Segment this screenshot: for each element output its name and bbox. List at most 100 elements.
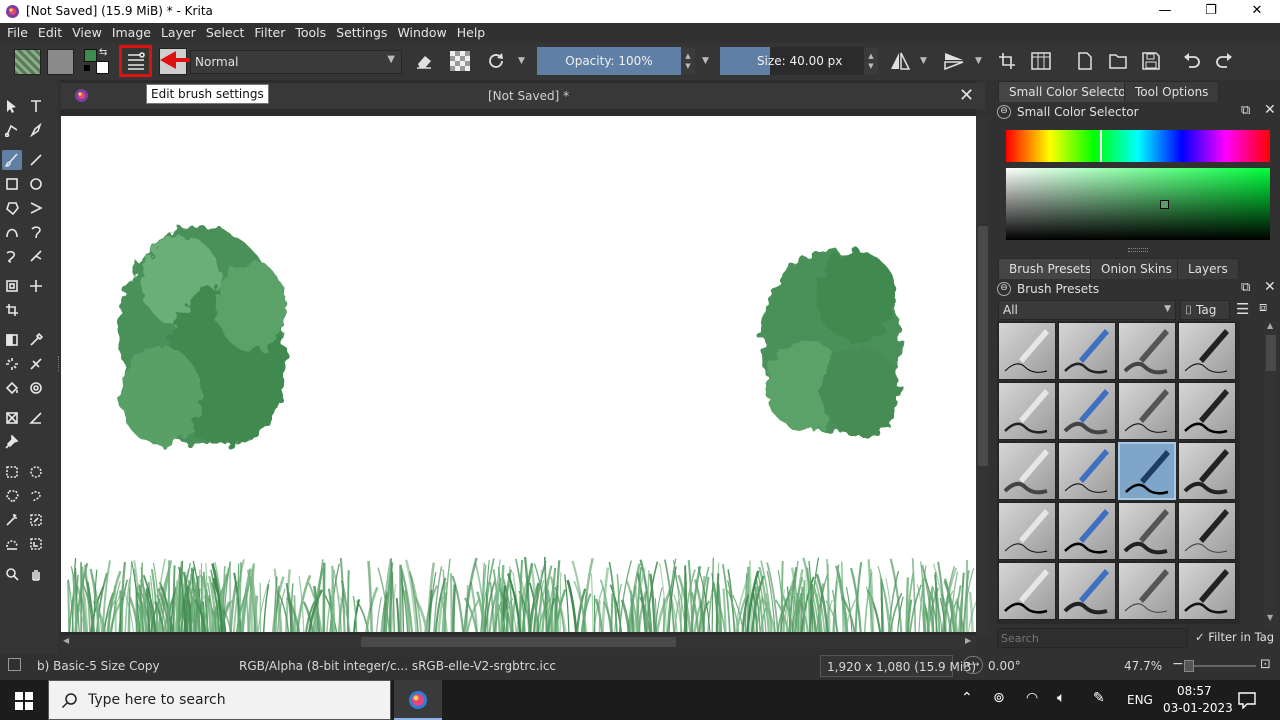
enclose-fill-tool[interactable] [26,378,46,398]
swap-colors-icon[interactable]: ⇆ [99,47,107,58]
mirror-h-chevron-icon[interactable]: ▼ [920,56,927,66]
maximize-button[interactable]: ❐ [1188,0,1234,23]
bezier-curve-tool[interactable] [2,222,22,242]
rectangular-selection-tool[interactable] [2,462,22,482]
redo-button[interactable] [1212,48,1236,74]
size-slider[interactable]: Size: 40.00 px [720,47,864,75]
brush-preset-item[interactable] [1118,322,1176,380]
menu-image[interactable]: Image [107,23,156,43]
reference-images-tool[interactable] [2,432,22,452]
magnetic-selection-tool[interactable] [26,534,46,554]
preset-scroll-down-icon[interactable]: ▼ [1267,613,1273,622]
move-tool[interactable] [26,276,46,296]
horizontal-scrollbar[interactable]: ◀ ▶ [61,635,976,649]
zoom-tool[interactable] [2,564,22,584]
workspace-button[interactable] [1029,48,1053,74]
clock-date[interactable]: 03-01-2023 [1163,701,1233,715]
close-docker-icon[interactable]: ✕ [1264,102,1276,118]
saturation-value-picker[interactable] [1006,168,1270,240]
menu-filter[interactable]: Filter [249,23,290,43]
filter-in-tag-checkbox[interactable]: ✓ Filter in Tag [1195,630,1274,644]
taskbar-search-box[interactable]: Type here to search [48,680,391,720]
reset-colors-icon[interactable] [84,65,90,71]
vertical-scroll-thumb[interactable] [978,226,988,466]
lock-docker-icon[interactable]: ⊖ [997,105,1011,119]
menu-file[interactable]: File [2,23,33,43]
menu-tools[interactable]: Tools [290,23,331,43]
zoom-slider-handle[interactable] [1184,660,1194,672]
preset-scroll-up-icon[interactable]: ▲ [1267,321,1273,330]
preset-scroll-thumb[interactable] [1266,335,1276,371]
assistant-tool[interactable] [26,354,46,374]
brush-preset-item[interactable] [1058,442,1116,500]
brush-preset-item[interactable] [1178,382,1236,440]
image-size-box[interactable]: 1,920 x 1,080 (15.9 MiB) [820,655,976,677]
hue-slider[interactable] [1006,130,1270,162]
gradient-tool[interactable] [2,330,22,350]
lock-brush-docker-icon[interactable]: ⊖ [997,282,1011,296]
undo-button[interactable] [1180,48,1204,74]
new-document-button[interactable] [1073,48,1097,74]
zoom-slider[interactable] [1184,665,1256,667]
elliptical-selection-tool[interactable] [26,462,46,482]
fg-bg-color-selector[interactable]: ⇆ [83,47,113,76]
vertical-mirror-button[interactable] [941,48,967,74]
menu-window[interactable]: Window [392,23,451,43]
brush-preset-item[interactable] [1118,502,1176,560]
brush-preset-item[interactable] [1178,562,1236,620]
save-button[interactable] [1139,48,1163,74]
tab-onion-skins[interactable]: Onion Skins [1090,258,1183,279]
volume-icon[interactable]: 🔈︎ [1057,690,1065,706]
clock-time[interactable]: 08:57 [1177,684,1212,698]
menu-layer[interactable]: Layer [156,23,201,43]
menu-settings[interactable]: Settings [331,23,392,43]
tab-layers[interactable]: Layers [1177,258,1239,279]
brush-preset-item[interactable] [1118,442,1176,500]
freehand-path-tool[interactable] [26,222,46,242]
brush-preset-item[interactable] [998,322,1056,380]
reload-preset-button[interactable] [484,48,508,74]
taskbar-krita-app[interactable] [394,680,442,720]
brush-search-input[interactable] [997,628,1188,648]
rectangle-tool[interactable] [2,174,22,194]
reload-dropdown-chevron-icon[interactable]: ▼ [518,56,525,66]
pan-tool[interactable] [26,564,46,584]
menu-view[interactable]: View [67,23,107,43]
edit-shapes-tool[interactable] [2,120,22,140]
zoom-out-icon[interactable]: − [1172,656,1184,672]
select-shapes-tool[interactable] [2,96,22,116]
contiguous-selection-tool[interactable] [2,510,22,530]
color-picker-tool[interactable] [26,330,46,350]
tab-brush-presets[interactable]: Brush Presets [998,258,1103,279]
smart-patch-tool[interactable] [2,354,22,374]
selection-mode-icon[interactable] [8,658,21,671]
freehand-selection-tool[interactable] [26,486,46,506]
measure-tool[interactable] [2,408,22,428]
brush-preset-item[interactable] [1058,502,1116,560]
preserve-alpha-button[interactable] [448,48,472,74]
crop-tool[interactable] [2,300,22,320]
pen-workspace-icon[interactable]: ✎ [1093,690,1105,706]
tab-small-color-selector[interactable]: Small Color Selector [998,81,1142,102]
edit-brush-settings-button[interactable] [119,45,152,77]
fill-tool[interactable] [2,378,22,398]
brush-preset-item[interactable] [998,502,1056,560]
vertical-scrollbar[interactable] [976,116,990,635]
notification-center-icon[interactable] [1238,691,1256,709]
brush-preset-item[interactable] [1118,382,1176,440]
painting-canvas[interactable] [61,116,976,632]
show-hidden-icons-chevron-icon[interactable]: ⌃ [961,690,973,706]
brush-preset-item[interactable] [1058,562,1116,620]
multibrush-tool[interactable] [26,246,46,266]
freehand-brush-tool[interactable] [2,150,22,170]
similar-color-selection-tool[interactable] [26,510,46,530]
dynamic-brush-tool[interactable] [2,246,22,266]
line-tool[interactable] [26,150,46,170]
menu-edit[interactable]: Edit [33,23,67,43]
transform-tool[interactable] [2,276,22,296]
horizontal-mirror-button[interactable] [887,48,913,74]
open-document-button[interactable] [1106,48,1130,74]
brush-preset-item[interactable] [1178,502,1236,560]
ellipse-tool[interactable] [26,174,46,194]
opacity-dropdown-chevron-icon[interactable]: ▼ [702,56,709,66]
